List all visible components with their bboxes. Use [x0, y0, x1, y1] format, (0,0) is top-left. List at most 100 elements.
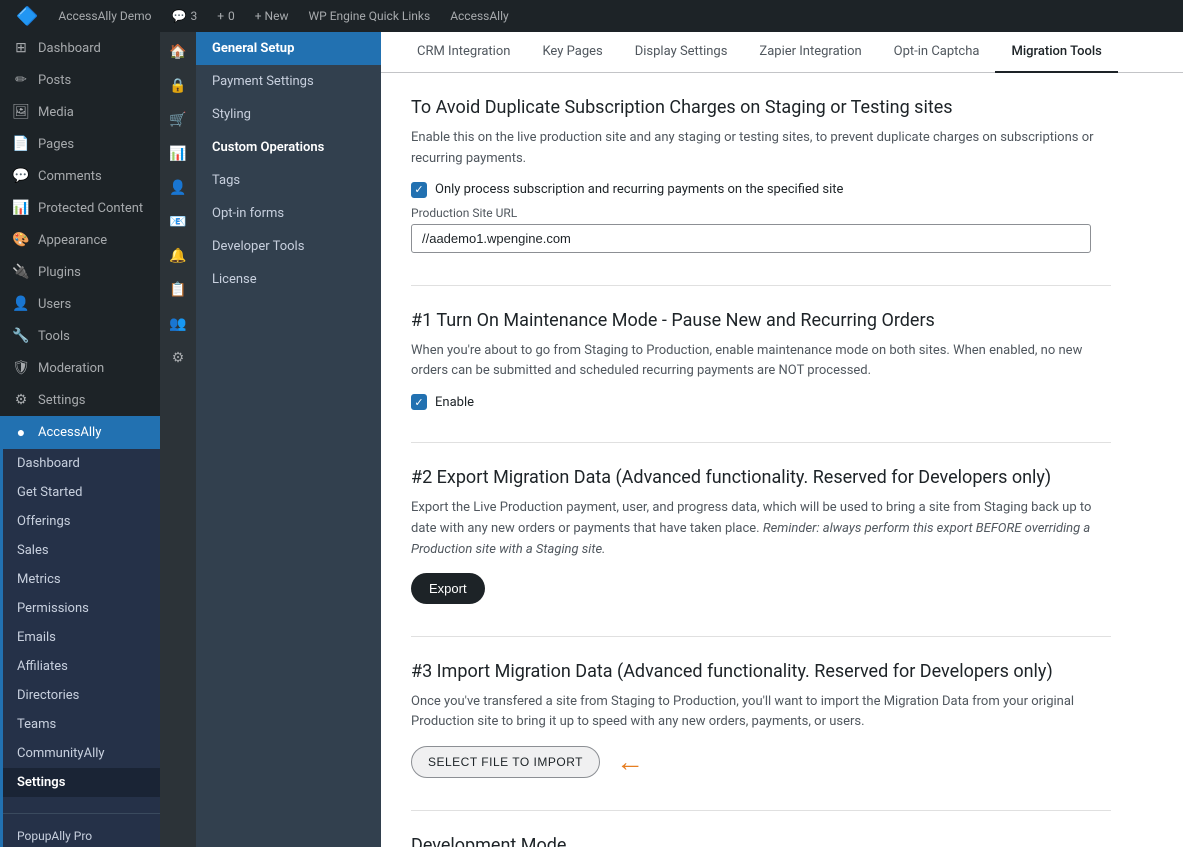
icon-gear[interactable]: ⚙: [160, 342, 196, 374]
section1-desc: Enable this on the live production site …: [411, 128, 1111, 170]
sidebar-item-protected-content[interactable]: 📊 Protected Content: [0, 192, 160, 224]
icon-group[interactable]: 👥: [160, 308, 196, 340]
section-maintenance-mode: #1 Turn On Maintenance Mode - Pause New …: [411, 310, 1111, 411]
styling-label: Styling: [212, 107, 251, 122]
icon-list[interactable]: 📋: [160, 274, 196, 306]
section-import: #3 Import Migration Data (Advanced funct…: [411, 661, 1111, 779]
tab-zapier-integration[interactable]: Zapier Integration: [743, 32, 877, 73]
plugin-item-developer-tools[interactable]: Developer Tools: [196, 230, 381, 263]
sidebar-label-comments: Comments: [38, 169, 102, 184]
section1-checkbox-row: Only process subscription and recurring …: [411, 182, 1111, 198]
new-item[interactable]: + New: [247, 0, 297, 32]
icon-cart[interactable]: 🛒: [160, 104, 196, 136]
aa-item-dashboard[interactable]: Dashboard: [3, 449, 160, 478]
moderation-icon: 🛡: [12, 360, 30, 376]
plugin-item-tags[interactable]: Tags: [196, 164, 381, 197]
plugin-sidebar: General Setup Payment Settings Styling C…: [196, 32, 381, 847]
production-url-input[interactable]: [411, 224, 1091, 253]
tab-display-settings[interactable]: Display Settings: [619, 32, 744, 73]
sidebar-label-tools: Tools: [38, 329, 70, 344]
export-button[interactable]: Export: [411, 573, 485, 604]
sidebar-item-dashboard[interactable]: ⊞ Dashboard: [0, 32, 160, 64]
site-name: AccessAlly Demo: [58, 9, 151, 23]
plugin-item-license[interactable]: License: [196, 263, 381, 296]
aa-item-affiliates[interactable]: Affiliates: [3, 652, 160, 681]
tab-crm-integration[interactable]: CRM Integration: [401, 32, 526, 73]
arrow-indicator: ←: [616, 745, 644, 778]
divider-4: [411, 810, 1111, 811]
pages-icon: 📄: [12, 136, 30, 152]
aa-item-teams[interactable]: Teams: [3, 710, 160, 739]
sidebar-item-appearance[interactable]: 🎨 Appearance: [0, 224, 160, 256]
aa-item-sales[interactable]: Sales: [3, 536, 160, 565]
plugin-item-styling[interactable]: Styling: [196, 98, 381, 131]
aa-item-communityally[interactable]: CommunityAlly: [3, 739, 160, 768]
sidebar-item-media[interactable]: 🖼 Media: [0, 96, 160, 128]
aa-item-emails[interactable]: Emails: [3, 623, 160, 652]
sidebar-item-accessally[interactable]: ● AccessAlly: [0, 416, 160, 449]
section2-checkbox[interactable]: [411, 394, 427, 410]
tab-key-pages[interactable]: Key Pages: [526, 32, 618, 73]
aa-item-get-started[interactable]: Get Started: [3, 478, 160, 507]
tabs-bar: CRM Integration Key Pages Display Settin…: [381, 32, 1183, 73]
notifications-item[interactable]: + 0: [209, 0, 243, 32]
tab-opt-in-captcha[interactable]: Opt-in Captcha: [878, 32, 996, 73]
wp-logo-item[interactable]: 🔷: [8, 0, 46, 32]
aa-item-permissions[interactable]: Permissions: [3, 594, 160, 623]
settings-icon: ⚙: [12, 392, 30, 408]
icon-user[interactable]: 👤: [160, 172, 196, 204]
tab-display-label: Display Settings: [635, 44, 728, 59]
section2-checkbox-row: Enable: [411, 394, 1111, 410]
admin-bar: 🔷 AccessAlly Demo 💬 3 + 0 + New WP Engin…: [0, 0, 1183, 32]
icon-lock[interactable]: 🔒: [160, 70, 196, 102]
sidebar-item-users[interactable]: 👤 Users: [0, 288, 160, 320]
aa-item-metrics[interactable]: Metrics: [3, 565, 160, 594]
sidebar-label-accessally: AccessAlly: [38, 425, 101, 440]
icon-chart[interactable]: 📊: [160, 138, 196, 170]
sidebar-item-plugins[interactable]: 🔌 Plugins: [0, 256, 160, 288]
section-duplicate-subscription: To Avoid Duplicate Subscription Charges …: [411, 97, 1111, 253]
plugin-item-payment-settings[interactable]: Payment Settings: [196, 65, 381, 98]
aa-item-directories[interactable]: Directories: [3, 681, 160, 710]
tags-label: Tags: [212, 173, 240, 188]
divider-3: [411, 636, 1111, 637]
section4-desc: Once you've transfered a site from Stagi…: [411, 692, 1111, 734]
sidebar-item-settings[interactable]: ⚙ Settings: [0, 384, 160, 416]
import-button[interactable]: SELECT FILE TO IMPORT: [411, 746, 600, 778]
export-button-label: Export: [429, 581, 467, 596]
section1-checkbox[interactable]: [411, 182, 427, 198]
icon-email[interactable]: 📧: [160, 206, 196, 238]
plugin-sidebar-title: General Setup: [212, 41, 294, 56]
plugin-bar-item[interactable]: AccessAlly: [442, 0, 516, 32]
plugin-item-opt-in-forms[interactable]: Opt-in forms: [196, 197, 381, 230]
icon-home[interactable]: 🏠: [160, 36, 196, 68]
license-label: License: [212, 272, 257, 287]
aa-item-settings[interactable]: Settings: [3, 768, 160, 797]
aa-item-popupally[interactable]: PopupAlly Pro: [3, 822, 160, 847]
plugin-item-custom-operations[interactable]: Custom Operations: [196, 131, 381, 164]
sidebar-item-moderation[interactable]: 🛡 Moderation: [0, 352, 160, 384]
content-area: To Avoid Duplicate Subscription Charges …: [381, 73, 1141, 847]
site-name-item[interactable]: AccessAlly Demo: [50, 0, 159, 32]
section2-title: #1 Turn On Maintenance Mode - Pause New …: [411, 310, 1111, 331]
import-button-label: SELECT FILE TO IMPORT: [428, 755, 583, 769]
plugins-icon: 🔌: [12, 264, 30, 280]
section1-title: To Avoid Duplicate Subscription Charges …: [411, 97, 1111, 118]
notifications-count: 0: [228, 9, 235, 23]
tab-migration-tools[interactable]: Migration Tools: [995, 32, 1117, 73]
comments-item[interactable]: 💬 3: [164, 0, 206, 32]
accessally-icon: ●: [12, 424, 30, 441]
comments-count: 3: [190, 9, 197, 23]
section2-desc: When you're about to go from Staging to …: [411, 341, 1111, 383]
icon-bell[interactable]: 🔔: [160, 240, 196, 272]
sidebar-item-tools[interactable]: 🔧 Tools: [0, 320, 160, 352]
sidebar-item-pages[interactable]: 📄 Pages: [0, 128, 160, 160]
sidebar-item-posts[interactable]: ✏ Posts: [0, 64, 160, 96]
plugin-sidebar-header: General Setup: [196, 32, 381, 65]
aa-item-offerings[interactable]: Offerings: [3, 507, 160, 536]
quick-links-item[interactable]: WP Engine Quick Links: [301, 0, 439, 32]
sidebar-label-users: Users: [38, 297, 71, 312]
sidebar-item-comments[interactable]: 💬 Comments: [0, 160, 160, 192]
plugin-bar-label: AccessAlly: [450, 9, 508, 23]
sidebar-label-plugins: Plugins: [38, 265, 81, 280]
